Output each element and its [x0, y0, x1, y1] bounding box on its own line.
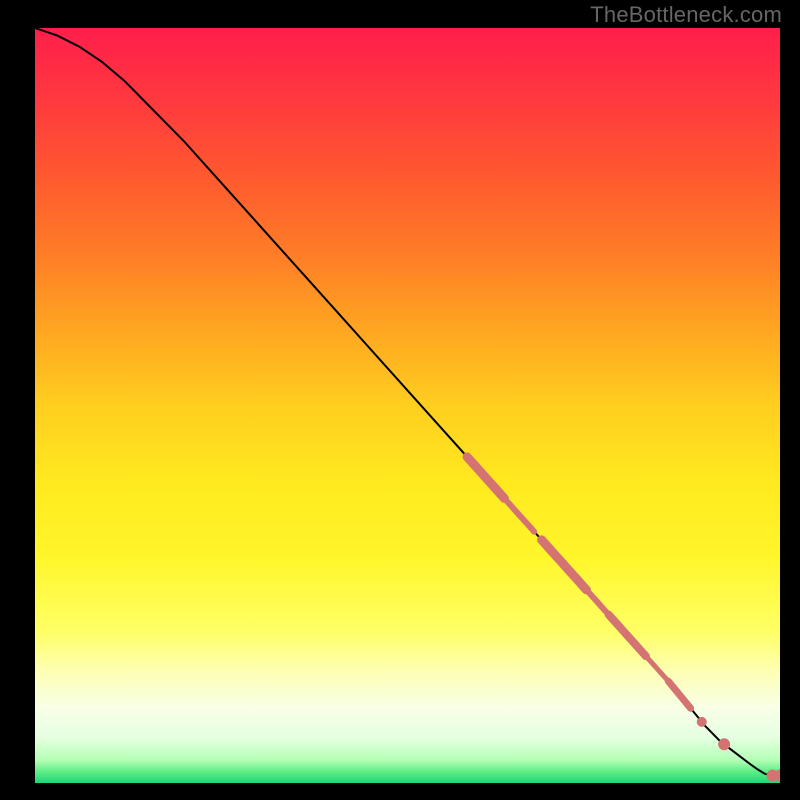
marker-dot — [697, 717, 707, 727]
chart-frame: TheBottleneck.com — [0, 0, 800, 800]
marker-dot — [718, 738, 730, 750]
plot-area — [35, 28, 780, 783]
watermark-text: TheBottleneck.com — [590, 2, 782, 28]
plot-svg — [35, 28, 780, 783]
gradient-background — [35, 28, 780, 783]
